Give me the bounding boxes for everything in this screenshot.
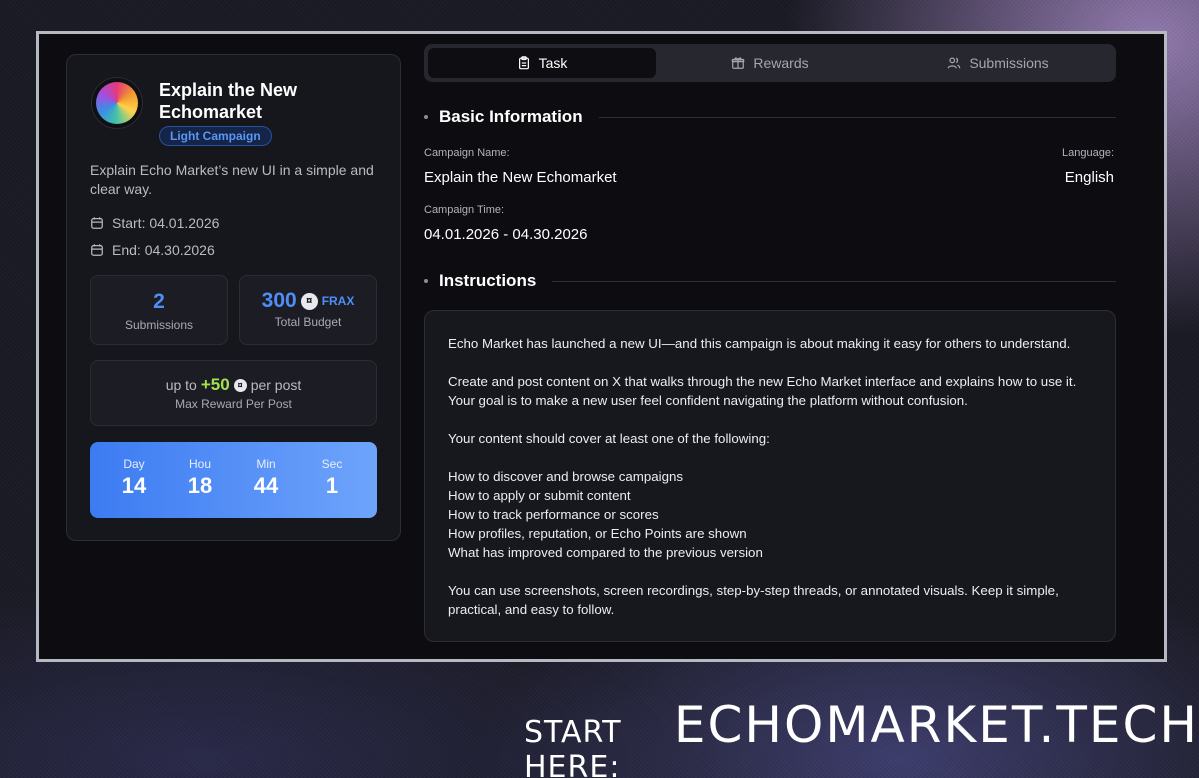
list-item: How to track performance or scores xyxy=(448,507,659,522)
section-heading-text: Instructions xyxy=(439,271,537,290)
frax-token-icon: ¤ xyxy=(300,292,318,310)
campaign-title: Explain the New Echomarket xyxy=(159,80,298,122)
instructions-list: How to discover and browse campaigns How… xyxy=(448,467,1092,562)
countdown-value: 1 xyxy=(325,473,339,498)
footer-cta: START HERE: ECHOMARKET.TECH xyxy=(524,696,1199,778)
campaign-time-label: Campaign Time: xyxy=(424,204,505,216)
campaign-name-value: Explain the New Echomarket xyxy=(424,169,617,186)
countdown-value: 14 xyxy=(121,473,147,498)
users-icon xyxy=(948,57,961,69)
list-item: How to discover and browse campaigns xyxy=(448,469,684,484)
countdown-hours: Hou 18 xyxy=(170,457,230,499)
submissions-count: 2 xyxy=(153,290,165,313)
instructions-paragraph: Echo Market has launched a new UI—and th… xyxy=(448,336,1071,351)
section-heading-text: Basic Information xyxy=(439,107,583,126)
submissions-label: Submissions xyxy=(124,318,194,332)
reward-suffix: per post xyxy=(250,377,302,393)
reward-value: +50 xyxy=(200,375,230,394)
instructions-paragraph: Your content should cover at least one o… xyxy=(448,431,770,446)
countdown-value: 44 xyxy=(253,473,279,498)
language-label: Language: xyxy=(1062,147,1114,159)
budget-label: Total Budget xyxy=(274,315,342,329)
reward-prefix: up to xyxy=(165,377,197,393)
countdown-label: Min xyxy=(256,457,276,471)
tab-label: Task xyxy=(538,55,568,71)
divider xyxy=(552,280,1116,282)
tab-submissions[interactable]: Submissions xyxy=(884,48,1112,78)
instructions-box: Echo Market has launched a new UI—and th… xyxy=(424,310,1116,642)
calendar-icon xyxy=(91,217,103,229)
budget-token: FRAX xyxy=(321,294,355,308)
campaign-name-label: Campaign Name: xyxy=(424,147,510,159)
list-item: How to apply or submit content xyxy=(448,488,631,503)
tab-bar: Task Rewards Submissions xyxy=(424,44,1116,82)
bullet-dot xyxy=(424,279,428,283)
countdown-label: Sec xyxy=(321,457,343,471)
start-date-row: Start: 04.01.2026 xyxy=(90,215,219,231)
end-date-row: End: 04.30.2026 xyxy=(90,242,215,258)
tab-task[interactable]: Task xyxy=(428,48,656,78)
campaign-description: Explain Echo Market’s new UI in a simple… xyxy=(90,162,374,197)
cta-lead: START HERE: xyxy=(524,715,622,778)
tab-label: Rewards xyxy=(753,55,809,71)
campaign-avatar xyxy=(91,77,143,129)
clipboard-icon xyxy=(518,56,529,70)
countdown-timer: Day 14 Hou 18 Min 44 Sec 1 xyxy=(90,442,377,518)
basic-info-heading: Basic Information xyxy=(424,107,1116,127)
tab-label: Submissions xyxy=(969,55,1049,71)
end-date: End: 04.30.2026 xyxy=(112,242,215,258)
cta-site-link[interactable]: ECHOMARKET.TECH xyxy=(674,696,1199,754)
gift-icon xyxy=(732,57,745,69)
screenshot-frame: Explain the New Echomarket Light Campaig… xyxy=(36,31,1167,662)
divider xyxy=(598,116,1116,118)
bullet-dot xyxy=(424,115,428,119)
countdown-value: 18 xyxy=(187,473,213,498)
start-date: Start: 04.01.2026 xyxy=(112,215,220,231)
budget-value: 300 xyxy=(261,289,297,312)
list-item: What has improved compared to the previo… xyxy=(448,545,763,560)
max-reward-stat: up to +50 ¤ per post Max Reward Per Post xyxy=(90,360,377,426)
campaign-card: Explain the New Echomarket Light Campaig… xyxy=(66,54,401,541)
list-item: How profiles, reputation, or Echo Points… xyxy=(448,526,747,541)
countdown-minutes: Min 44 xyxy=(236,457,296,499)
countdown-label: Day xyxy=(123,457,145,471)
campaign-logo xyxy=(96,82,138,124)
reward-row: up to +50 ¤ per post xyxy=(166,375,302,395)
reward-label: Max Reward Per Post xyxy=(175,397,292,411)
countdown-label: Hou xyxy=(188,457,211,471)
budget-amount-row: 300 ¤ FRAX xyxy=(262,289,355,313)
instructions-heading: Instructions xyxy=(424,271,1116,291)
instructions-paragraph: You can use screenshots, screen recordin… xyxy=(448,583,1059,617)
countdown-seconds: Sec 1 xyxy=(302,457,362,499)
frax-token-icon: ¤ xyxy=(233,378,247,392)
budget-stat: 300 ¤ FRAX Total Budget xyxy=(239,275,377,345)
campaign-type-badge: Light Campaign xyxy=(159,126,272,146)
countdown-days: Day 14 xyxy=(104,457,164,499)
instructions-paragraph: Create and post content on X that walks … xyxy=(448,374,1077,408)
submissions-stat: 2 Submissions xyxy=(90,275,228,345)
language-value: English xyxy=(1064,169,1114,186)
calendar-icon xyxy=(91,244,103,256)
tab-rewards[interactable]: Rewards xyxy=(656,48,884,78)
campaign-time-value: 04.01.2026 - 04.30.2026 xyxy=(424,226,588,243)
